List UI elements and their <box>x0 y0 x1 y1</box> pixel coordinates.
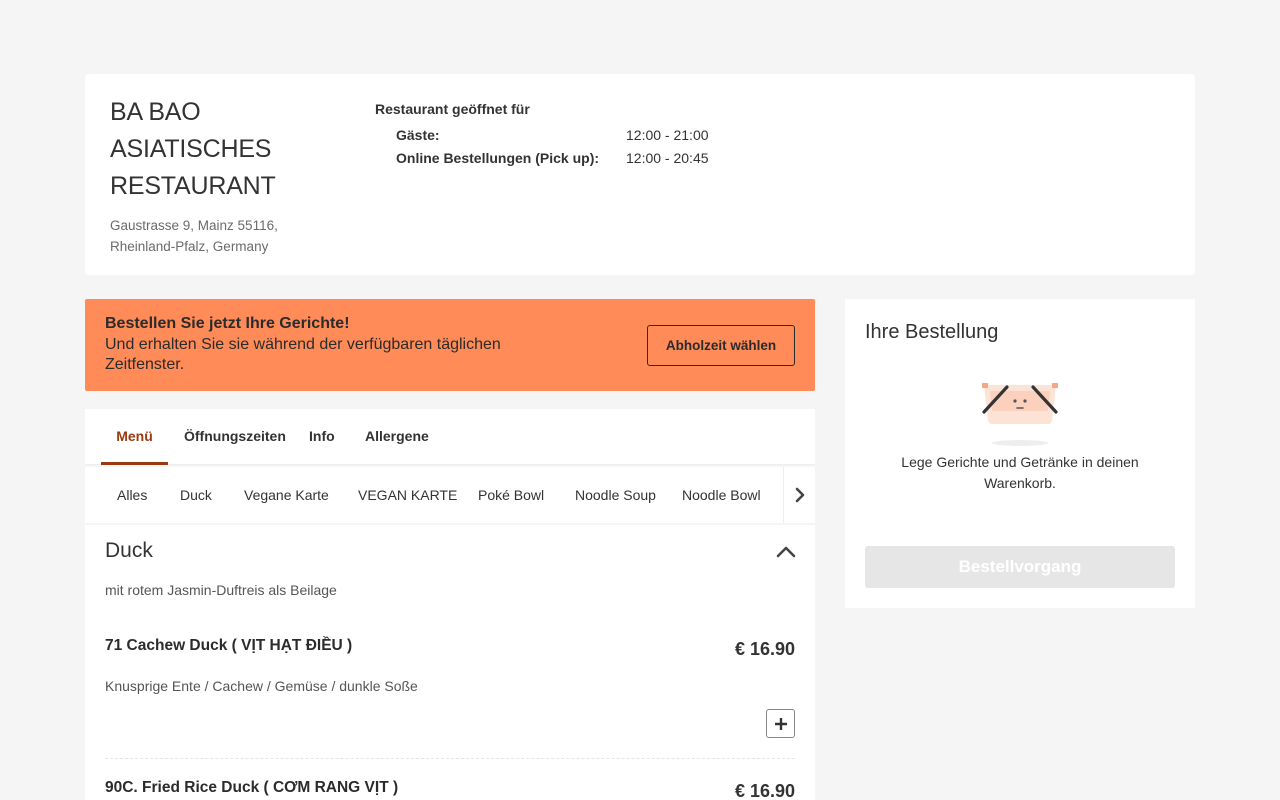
category-scroll-right-button[interactable] <box>783 467 815 523</box>
category-alles[interactable]: Alles <box>117 467 147 523</box>
tab-opening-hours[interactable]: Öffnungszeiten <box>184 409 286 465</box>
restaurant-address: Gaustrasse 9, Mainz 55116, Rheinland-Pfa… <box>110 218 278 254</box>
menu-item-name[interactable]: 90C. Fried Rice Duck ( CƠM RANG VỊT ) <box>105 779 398 797</box>
menu-section-duck: Duck mit rotem Jasmin-Duftreis als Beila… <box>85 525 815 800</box>
menu-item-price: € 16.90 <box>734 781 795 800</box>
add-item-button[interactable] <box>766 709 795 738</box>
category-poke-bowl[interactable]: Poké Bowl <box>478 467 544 523</box>
category-vegane-karte[interactable]: Vegane Karte <box>244 467 329 523</box>
order-promo-banner: Bestellen Sie jetzt Ihre Gerichte! Und e… <box>85 299 815 391</box>
order-cart-panel: Ihre Bestellung Lege Gerichte und Geträn… <box>845 299 1195 608</box>
tab-menu[interactable]: Menü <box>101 409 168 465</box>
choose-pickup-time-button[interactable]: Abholzeit wählen <box>647 325 795 366</box>
promo-subtitle: Und erhalten Sie sie während der verfügb… <box>105 336 501 373</box>
restaurant-name: BA BAO ASIATISCHES RESTAURANT <box>110 98 276 200</box>
cart-title: Ihre Bestellung <box>865 321 999 343</box>
tab-allergens[interactable]: Allergene <box>365 409 429 465</box>
menu-tabs: Menü Öffnungszeiten Info Allergene <box>85 409 815 465</box>
section-description: mit rotem Jasmin-Duftreis als Beilage <box>105 582 337 598</box>
chevron-up-icon <box>776 546 796 558</box>
promo-title: Bestellen Sie jetzt Ihre Gerichte! <box>105 315 350 332</box>
category-noodle-soup[interactable]: Noodle Soup <box>575 467 656 523</box>
category-noodle-bowl[interactable]: Noodle Bowl <box>682 467 761 523</box>
plus-icon <box>774 717 787 730</box>
hours-value: 12:00 - 20:45 <box>626 150 709 166</box>
empty-cart-message: Lege Gerichte und Getränke in deinen War… <box>901 454 1139 491</box>
section-collapse-button[interactable] <box>775 541 797 563</box>
category-bar: Alles Duck Vegane Karte VEGAN KARTE Poké… <box>85 467 815 523</box>
hours-value: 12:00 - 21:00 <box>626 127 709 143</box>
hours-label: Gäste: <box>396 127 440 143</box>
menu-item-description: Knusprige Ente / Cachew / Gemüse / dunkl… <box>105 678 418 694</box>
menu-item-name[interactable]: 71 Cachew Duck ( VỊT HẠT ĐIỀU ) <box>105 637 352 655</box>
item-divider <box>105 758 795 759</box>
category-vegan-karte[interactable]: VEGAN KARTE <box>358 467 457 523</box>
opening-hours-title: Restaurant geöffnet für <box>375 101 530 117</box>
menu-item-price: € 16.90 <box>734 639 795 659</box>
checkout-button[interactable]: Bestellvorgang <box>865 546 1175 588</box>
category-duck[interactable]: Duck <box>180 467 212 523</box>
restaurant-header-card: BA BAO ASIATISCHES RESTAURANT Gaustrasse… <box>85 74 1195 275</box>
chevron-right-icon <box>795 487 804 503</box>
tab-info[interactable]: Info <box>309 409 335 465</box>
empty-basket-icon <box>982 383 1058 446</box>
section-title: Duck <box>105 539 153 562</box>
hours-label: Online Bestellungen (Pick up): <box>396 150 600 166</box>
